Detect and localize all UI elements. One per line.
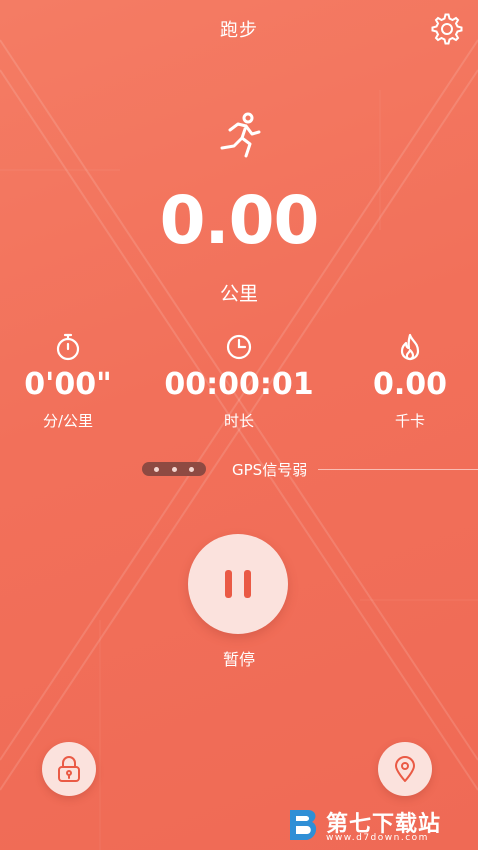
pause-icon bbox=[225, 570, 232, 598]
watermark: 第七下载站 www.d7down.com bbox=[282, 806, 472, 846]
calories-value: 0.00 bbox=[372, 367, 448, 402]
watermark-url: www.d7down.com bbox=[326, 833, 429, 843]
settings-button[interactable] bbox=[430, 12, 464, 46]
location-pin-icon bbox=[395, 756, 415, 782]
stopwatch-icon bbox=[56, 333, 80, 361]
distance-unit: 公里 bbox=[219, 283, 258, 305]
signal-dot bbox=[171, 466, 177, 472]
lock-button[interactable] bbox=[42, 742, 96, 796]
pace-label: 分/公里 bbox=[42, 412, 94, 430]
gps-signal-indicator bbox=[142, 462, 206, 476]
clock-icon bbox=[226, 334, 252, 360]
page-title: 跑步 bbox=[220, 20, 258, 41]
pause-button[interactable] bbox=[188, 534, 288, 634]
location-button[interactable] bbox=[378, 742, 432, 796]
gear-icon bbox=[431, 13, 463, 45]
running-person-icon bbox=[220, 112, 261, 158]
watermark-logo-icon bbox=[290, 810, 317, 840]
signal-dot bbox=[154, 466, 160, 472]
signal-dot bbox=[188, 466, 194, 472]
pause-label: 暂停 bbox=[222, 650, 255, 669]
gps-status-row: GPS信号弱 bbox=[0, 458, 478, 482]
pause-icon bbox=[244, 570, 251, 598]
gps-status-text: GPS信号弱 bbox=[232, 461, 308, 479]
pace-value: 0'00" bbox=[24, 367, 112, 402]
stat-pace: 0'00" 分/公里 bbox=[0, 332, 148, 431]
distance-value: 0.00 bbox=[159, 182, 320, 259]
stat-calories: 0.00 千卡 bbox=[330, 332, 478, 431]
divider bbox=[318, 469, 478, 470]
duration-label: 时长 bbox=[223, 412, 254, 430]
calories-label: 千卡 bbox=[394, 412, 425, 430]
flame-icon bbox=[400, 333, 420, 361]
duration-value: 00:00:01 bbox=[164, 367, 314, 402]
lock-icon bbox=[58, 756, 80, 782]
stat-duration: 00:00:01 时长 bbox=[159, 332, 319, 431]
